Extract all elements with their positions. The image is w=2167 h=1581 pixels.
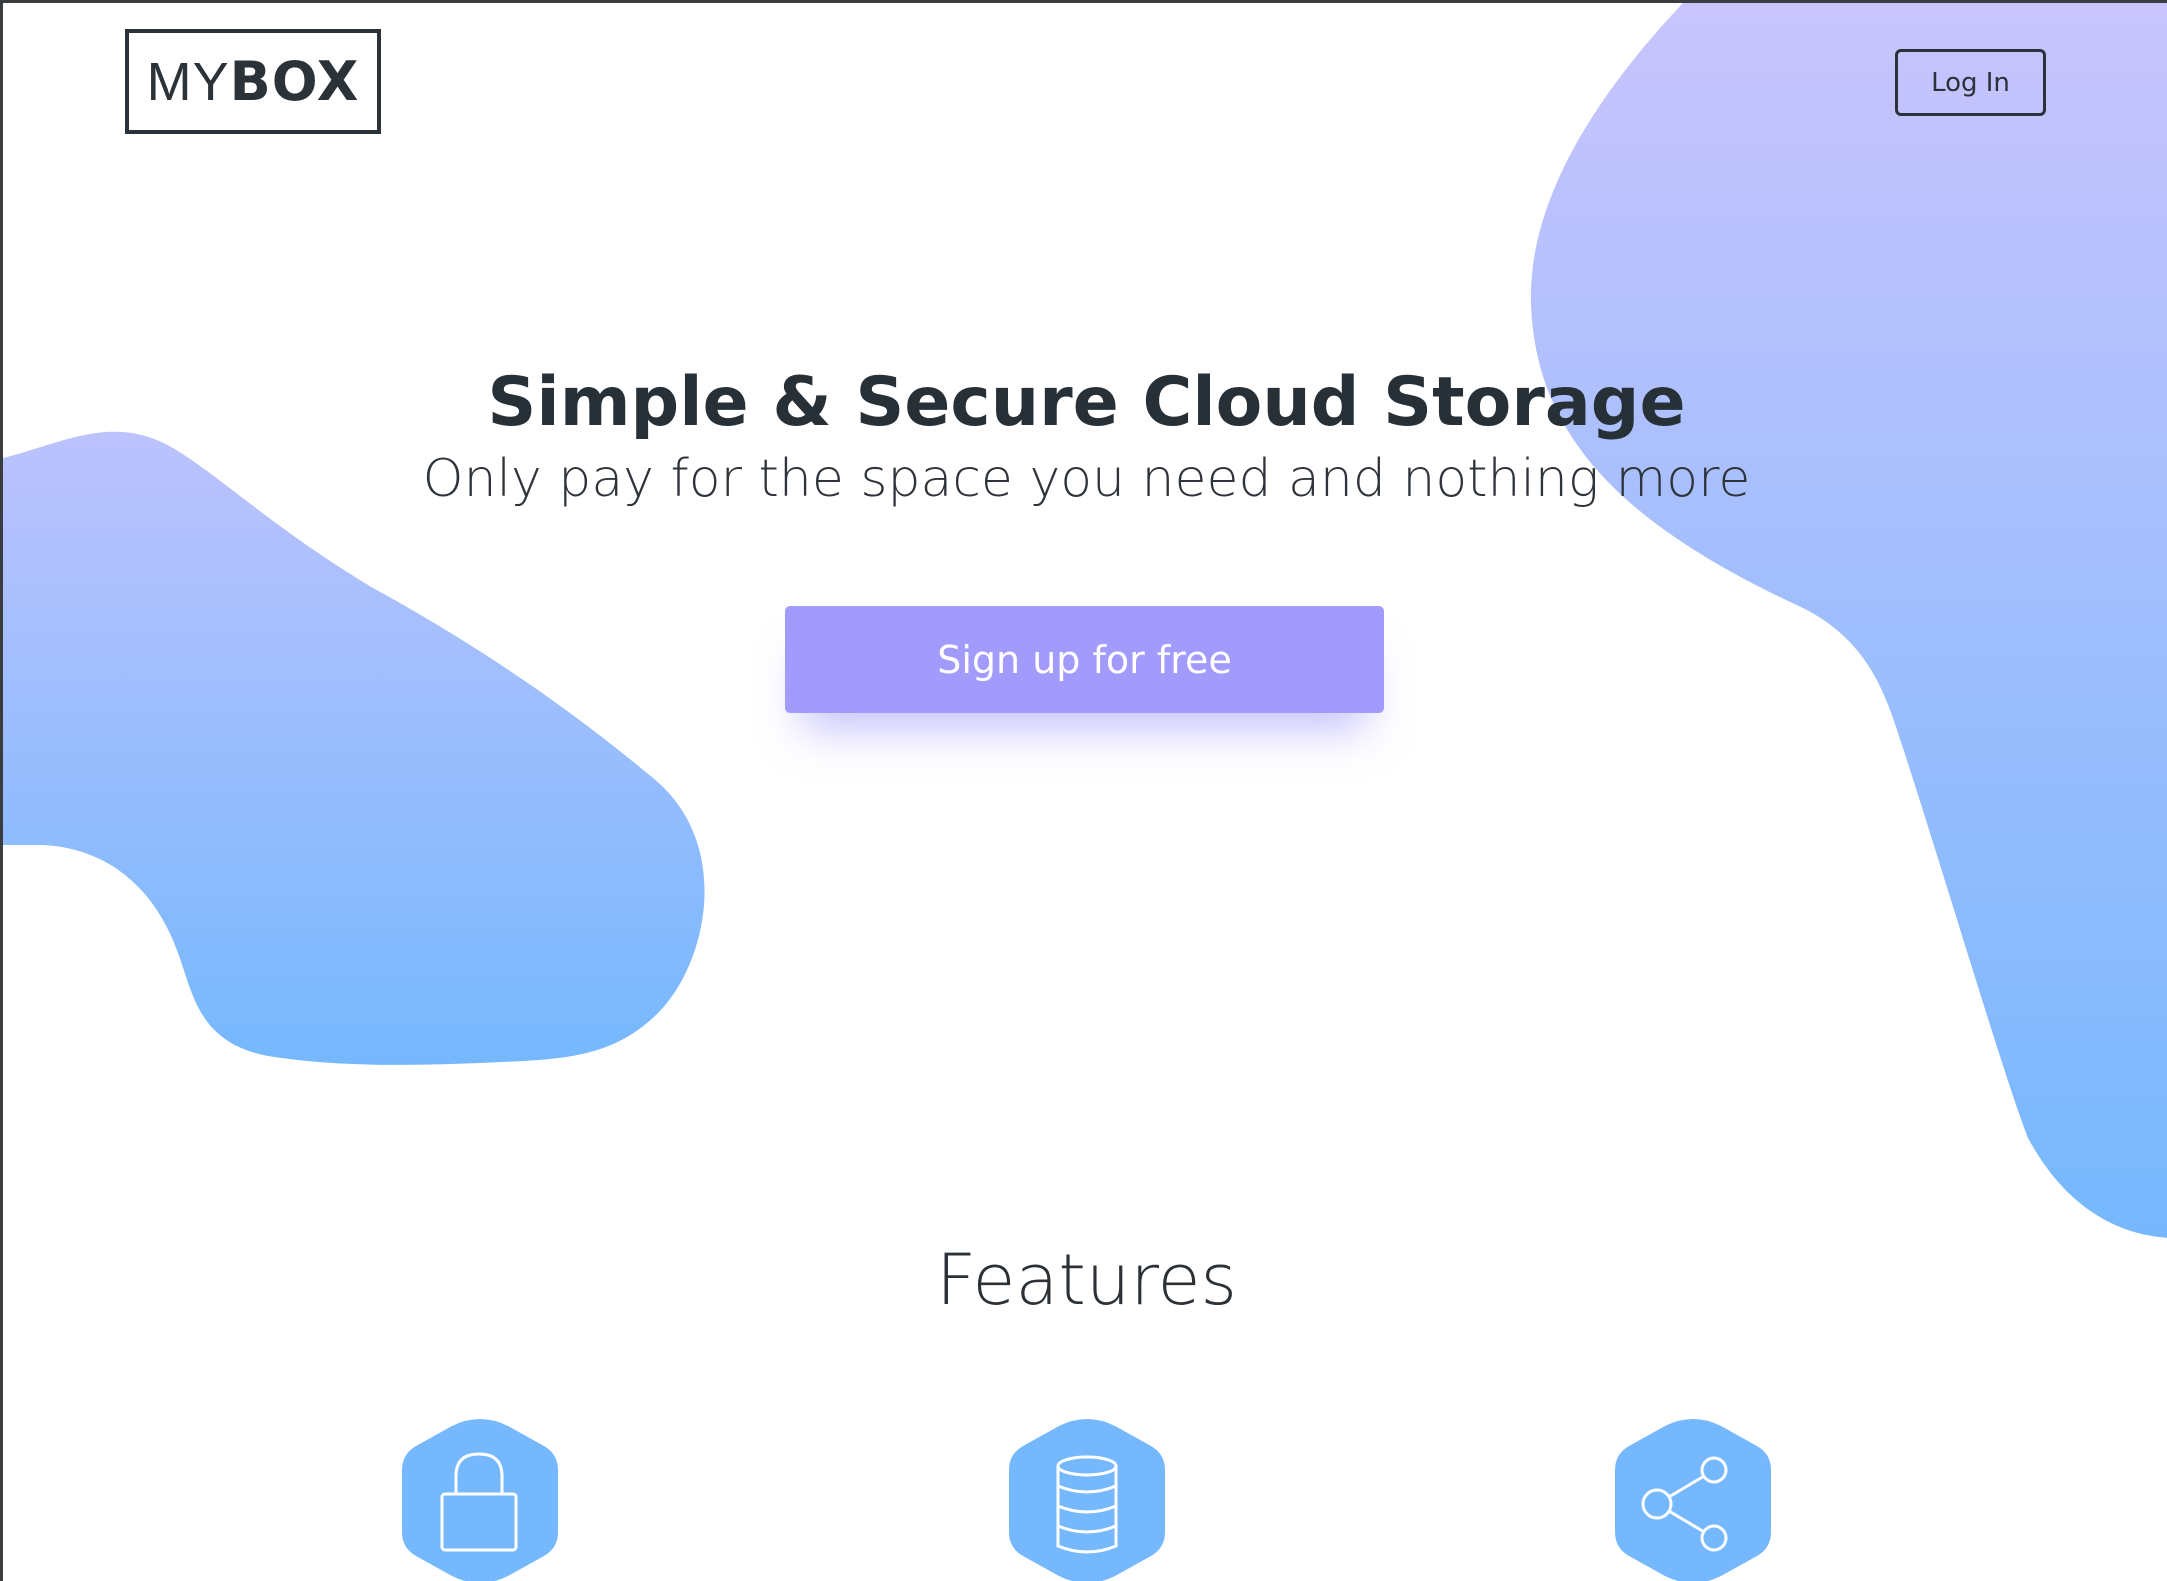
left-blob bbox=[3, 431, 705, 1065]
signup-button[interactable]: Sign up for free bbox=[785, 606, 1384, 713]
landing-page: MY BOX Log In Simple & Secure Cloud Stora… bbox=[0, 0, 2167, 1581]
hero-subtitle: Only pay for the space you need and noth… bbox=[422, 449, 1751, 509]
share-icon bbox=[1615, 1419, 1771, 1581]
feature-item-storage bbox=[1007, 1418, 1167, 1581]
login-button[interactable]: Log In bbox=[1895, 49, 2046, 116]
feature-item-sharing bbox=[1613, 1418, 1773, 1581]
logo-text-bold: BOX bbox=[229, 50, 360, 113]
features-heading: Features bbox=[936, 1239, 1237, 1321]
lock-icon bbox=[402, 1419, 558, 1581]
feature-item-security bbox=[400, 1418, 560, 1581]
right-blob bbox=[1530, 3, 2167, 1238]
brand-logo[interactable]: MY BOX bbox=[125, 29, 381, 134]
background-blobs bbox=[3, 3, 2167, 1238]
hero-title: Simple & Secure Cloud Storage bbox=[487, 363, 1686, 442]
database-icon bbox=[1009, 1419, 1165, 1581]
logo-text-light: MY bbox=[146, 51, 230, 112]
